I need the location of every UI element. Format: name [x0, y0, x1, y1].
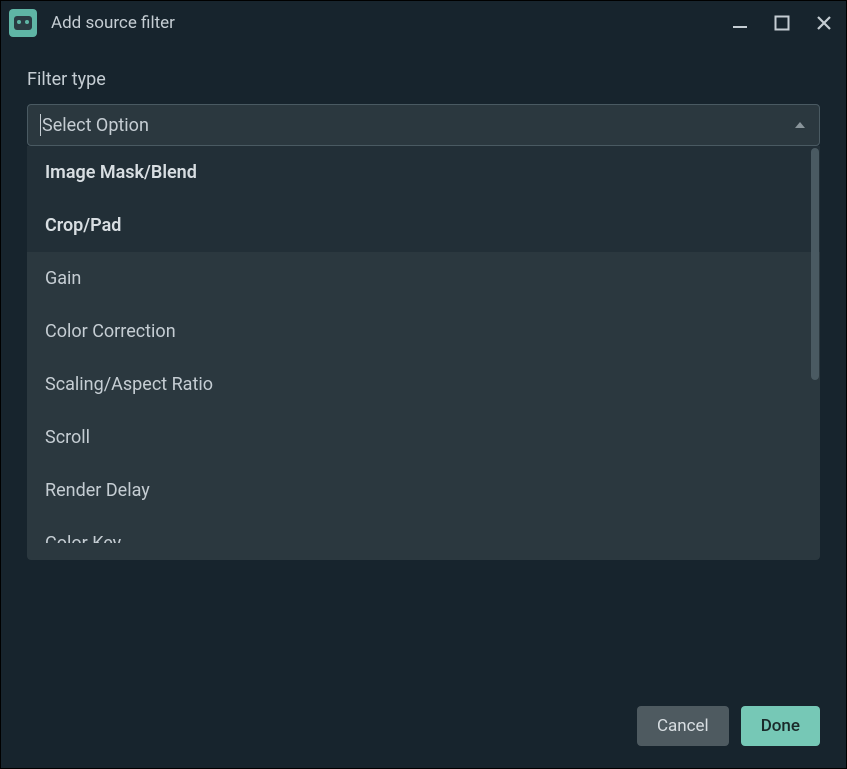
text-cursor — [40, 114, 41, 136]
minimize-icon — [732, 15, 748, 31]
cancel-button[interactable]: Cancel — [637, 706, 729, 746]
window-controls — [728, 11, 836, 35]
done-button[interactable]: Done — [741, 706, 820, 746]
minimize-button[interactable] — [728, 11, 752, 35]
dropdown-option[interactable]: Scroll — [27, 411, 820, 464]
maximize-button[interactable] — [770, 11, 794, 35]
dialog-footer: Cancel Done — [1, 686, 846, 768]
dropdown-option[interactable]: Color Key — [27, 517, 820, 543]
close-button[interactable] — [812, 11, 836, 35]
dropdown-option[interactable]: Render Delay — [27, 464, 820, 517]
scrollbar-track[interactable] — [810, 146, 820, 560]
dialog-window: Add source filter Filter type Select Opt… — [0, 0, 847, 769]
select-placeholder-text: Select Option — [42, 115, 149, 136]
filter-type-select-wrapper: Select Option Image Mask/BlendCrop/PadGa… — [27, 104, 820, 146]
dropdown-option[interactable]: Gain — [27, 252, 820, 305]
dropdown-option[interactable]: Image Mask/Blend — [27, 146, 820, 199]
dropdown-option[interactable]: Crop/Pad — [27, 199, 820, 252]
chevron-up-icon — [795, 122, 805, 128]
filter-type-dropdown: Image Mask/BlendCrop/PadGainColor Correc… — [27, 146, 820, 560]
titlebar: Add source filter — [1, 1, 846, 45]
dropdown-option[interactable]: Color Correction — [27, 305, 820, 358]
app-icon — [9, 9, 37, 37]
dropdown-option[interactable]: Scaling/Aspect Ratio — [27, 358, 820, 411]
close-icon — [816, 15, 832, 31]
dropdown-list: Image Mask/BlendCrop/PadGainColor Correc… — [27, 146, 820, 560]
maximize-icon — [774, 15, 790, 31]
window-title: Add source filter — [51, 13, 728, 33]
filter-type-select[interactable]: Select Option — [27, 104, 820, 146]
filter-type-label: Filter type — [27, 69, 820, 90]
dialog-content: Filter type Select Option Image Mask/Ble… — [1, 45, 846, 686]
scrollbar-thumb[interactable] — [811, 148, 819, 380]
